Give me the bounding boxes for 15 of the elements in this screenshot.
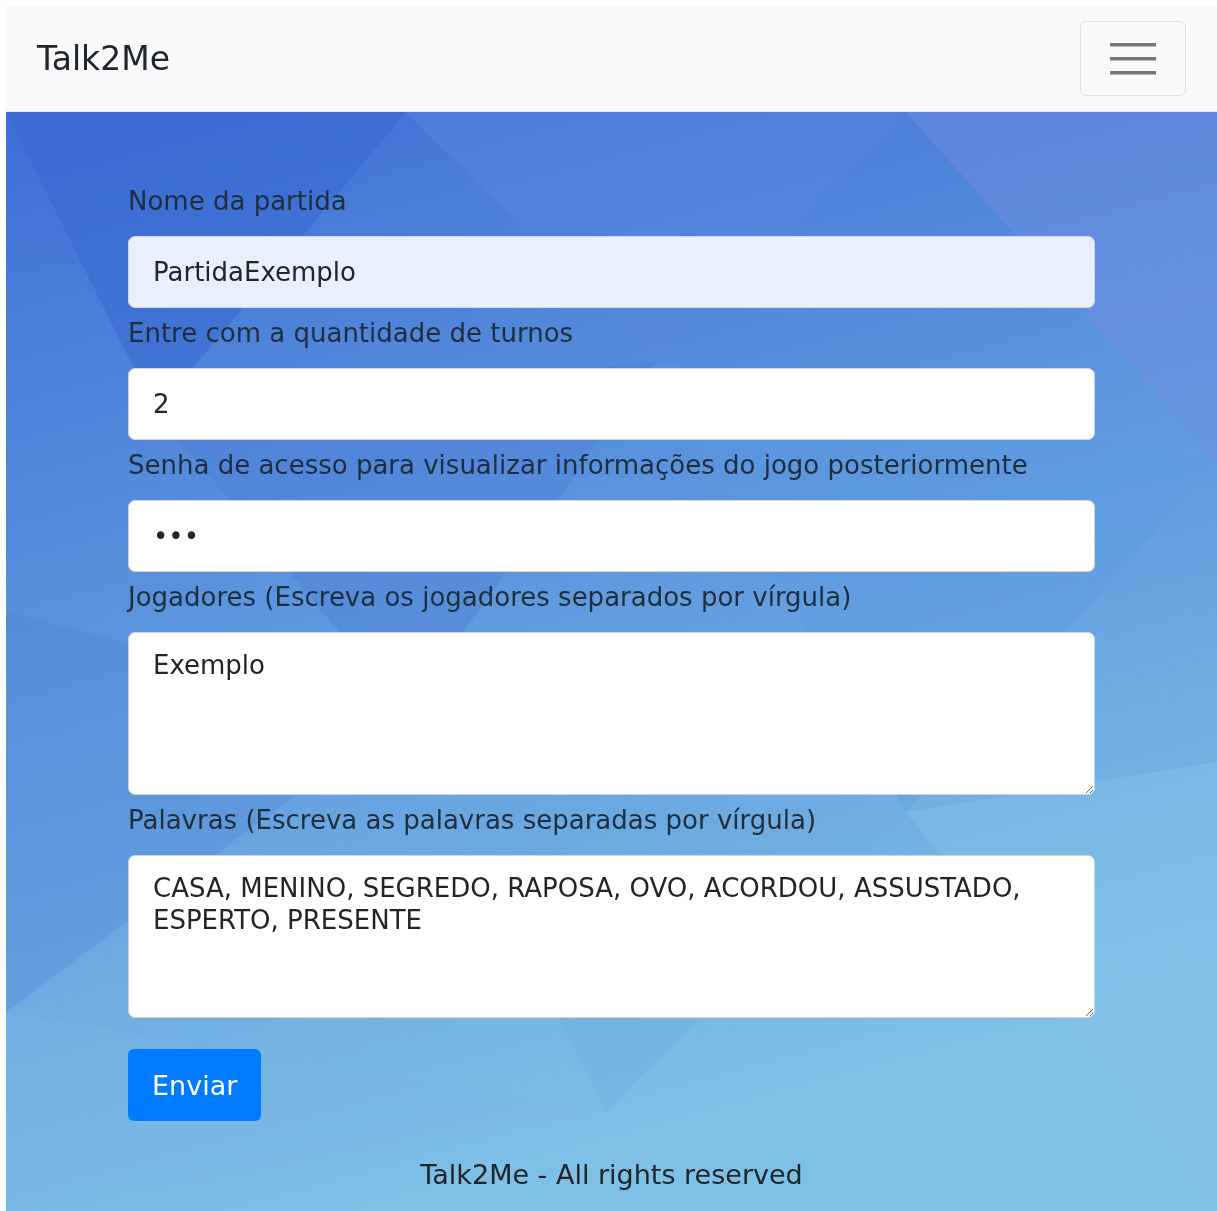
field-label: Entre com a quantidade de turnos: [128, 317, 575, 350]
field-label: Palavras (Escreva as palavras separadas por vírgula): [128, 804, 818, 837]
input-field[interactable]: •••: [128, 500, 1095, 572]
menu-button[interactable]: [1080, 21, 1186, 96]
field-label: Nome da partida: [128, 185, 348, 218]
submit-button[interactable]: Enviar: [128, 1049, 262, 1121]
text-area[interactable]: Exemplo: [128, 632, 1095, 795]
footer-text: Talk2Me - All rights reserved: [420, 1159, 803, 1190]
field-label: Jogadores (Escreva os jogadores separados por vírgula): [128, 581, 853, 614]
input-field[interactable]: PartidaExemplo: [128, 236, 1095, 308]
input-field[interactable]: 2: [128, 368, 1095, 440]
menu-icon: [1110, 40, 1156, 77]
field-label: Senha de acesso para visualizar informações do jogo posteriormente: [128, 449, 1029, 482]
text-area[interactable]: CASA, MENINO, SEGREDO, RAPOSA, OVO, ACORDOU, ASSUSTADO, ESPERTO, PRESENTE: [128, 855, 1095, 1018]
brand-link[interactable]: Talk2Me: [37, 39, 170, 78]
